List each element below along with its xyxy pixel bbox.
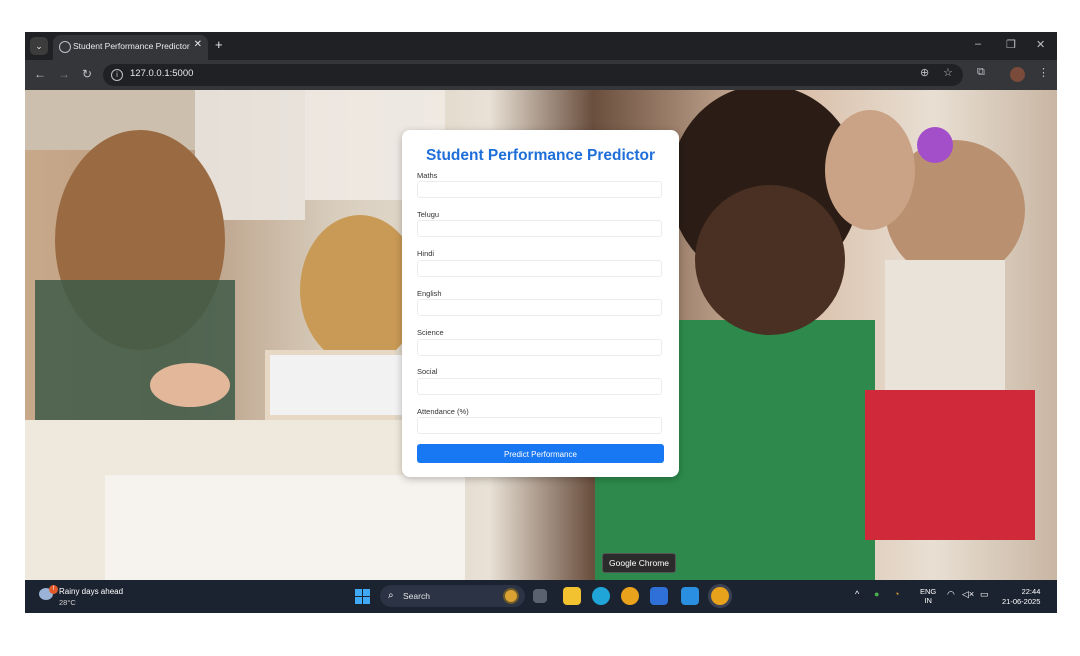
search-highlight-icon [503, 588, 519, 604]
new-tab-button[interactable]: + [215, 37, 223, 52]
tab-close-icon[interactable]: ✕ [194, 39, 202, 50]
system-clock[interactable]: 22:44 21-06-2025 [1002, 587, 1040, 607]
file-explorer-icon[interactable] [563, 587, 581, 605]
hindi-input[interactable] [417, 260, 662, 277]
social-label: Social [417, 367, 438, 376]
site-info-icon[interactable]: i [111, 69, 123, 81]
windows-start-icon[interactable] [355, 589, 370, 604]
edge-icon[interactable] [592, 587, 610, 605]
globe-icon [59, 41, 71, 53]
telugu-label: Telugu [417, 210, 440, 219]
prediction-form-card: Student Performance Predictor Maths Telu… [402, 130, 679, 477]
search-icon: ⌕ [388, 590, 394, 601]
hindi-label: Hindi [417, 249, 435, 258]
wifi-icon[interactable]: ◠ [947, 589, 955, 600]
browser-title-bar: ⌄ Student Performance Predictor ✕ + – ❐ … [25, 32, 1057, 60]
bookmark-star-icon[interactable]: ☆ [943, 66, 953, 79]
battery-icon[interactable]: ▭ [980, 589, 989, 600]
language-indicator[interactable]: ENG IN [920, 587, 936, 605]
maths-input[interactable] [417, 181, 662, 198]
page-viewport: Student Performance Predictor Maths Telu… [25, 90, 1057, 580]
weather-title[interactable]: Rainy days ahead [59, 587, 123, 596]
taskbar-search[interactable]: ⌕ Search [380, 585, 525, 607]
screenshot-frame: ⌄ Student Performance Predictor ✕ + – ❐ … [25, 32, 1057, 613]
predict-performance-button[interactable]: Predict Performance [417, 444, 664, 463]
close-window-button[interactable]: ✕ [1036, 38, 1045, 51]
windows-taskbar: ! Rainy days ahead 28°C ⌕ Search ^ ● ◔ E… [25, 580, 1057, 613]
url-text: 127.0.0.1:5000 [130, 68, 194, 79]
extensions-icon[interactable]: ⧉ [977, 66, 985, 79]
address-bar[interactable]: i 127.0.0.1:5000 [103, 64, 963, 86]
clock-date: 21-06-2025 [1002, 597, 1041, 606]
form-title: Student Performance Predictor [425, 147, 656, 164]
english-label: English [417, 289, 442, 298]
store-icon[interactable] [650, 587, 668, 605]
search-label: Search [403, 591, 430, 601]
science-label: Science [417, 328, 444, 337]
vscode-icon[interactable] [681, 587, 699, 605]
back-arrow-icon[interactable]: ← [34, 67, 46, 81]
minimize-button[interactable]: – [975, 38, 981, 50]
tray-chevron-icon[interactable]: ^ [855, 589, 859, 599]
tray-app-icon[interactable]: ● [874, 589, 879, 599]
english-input[interactable] [417, 299, 662, 316]
telugu-input[interactable] [417, 220, 662, 237]
more-menu-icon[interactable]: ⋮ [1038, 66, 1049, 79]
profile-avatar[interactable] [1010, 67, 1025, 82]
weather-temp: 28°C [59, 598, 76, 607]
social-input[interactable] [417, 378, 662, 395]
attendance-label: Attendance (%) [417, 407, 469, 416]
zoom-icon[interactable]: ⊕ [920, 66, 929, 79]
mute-speaker-icon[interactable]: ◁× [962, 589, 974, 600]
weather-badge-icon: ! [49, 585, 58, 594]
chrome-active-icon[interactable] [711, 587, 729, 605]
tab-search-menu-icon[interactable]: ⌄ [30, 37, 48, 55]
restore-button[interactable]: ❐ [1006, 38, 1016, 51]
forward-arrow-icon[interactable]: → [58, 67, 70, 81]
lang-bottom: IN [924, 596, 932, 605]
chrome-icon[interactable] [621, 587, 639, 605]
lang-top: ENG [920, 587, 937, 596]
task-view-icon[interactable] [533, 589, 547, 603]
reload-icon[interactable]: ↻ [82, 67, 92, 81]
clock-time: 22:44 [1021, 587, 1041, 596]
attendance-input[interactable] [417, 417, 662, 434]
tab-title: Student Performance Predictor [73, 41, 190, 51]
browser-tab[interactable]: Student Performance Predictor ✕ [53, 35, 208, 60]
tray-security-icon[interactable]: ◔ [894, 589, 899, 599]
browser-toolbar: ← → ↻ i 127.0.0.1:5000 ⊕ ☆ ⧉ ⋮ [25, 60, 1057, 90]
science-input[interactable] [417, 339, 662, 356]
maths-label: Maths [417, 171, 438, 180]
taskbar-tooltip: Google Chrome [602, 553, 677, 573]
